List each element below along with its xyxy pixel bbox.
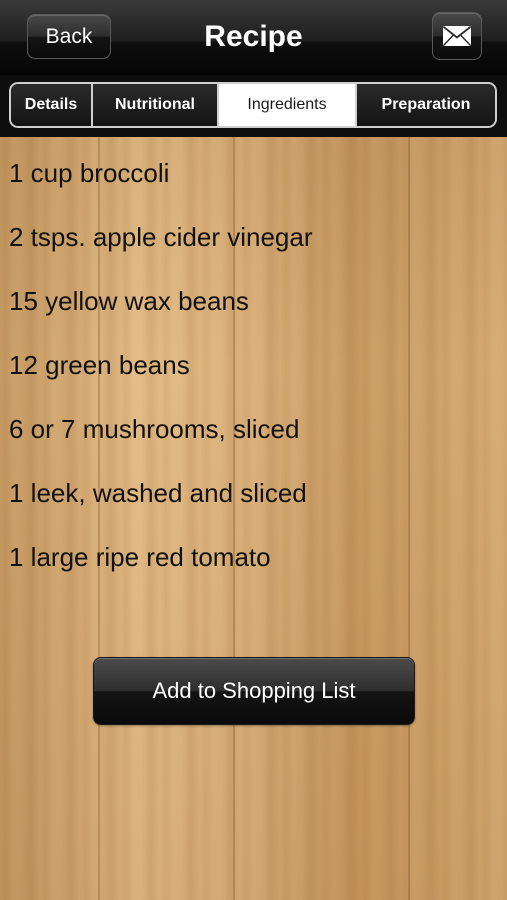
tab-ingredients[interactable]: Ingredients	[219, 84, 357, 126]
back-button[interactable]: Back	[27, 14, 111, 59]
add-to-shopping-list-button[interactable]: Add to Shopping List	[93, 657, 415, 725]
segmented-control: Details Nutritional Ingredients Preparat…	[9, 82, 497, 128]
tab-preparation[interactable]: Preparation	[357, 84, 495, 126]
ingredient-item: 1 large ripe red tomato	[9, 542, 271, 572]
tab-details[interactable]: Details	[11, 84, 93, 126]
envelope-icon	[442, 25, 472, 47]
mail-button[interactable]	[432, 12, 482, 60]
ingredient-item: 1 leek, washed and sliced	[9, 478, 307, 508]
wood-seam	[408, 137, 410, 900]
navigation-bar: Back Recipe	[0, 0, 507, 76]
ingredient-item: 2 tsps. apple cider vinegar	[9, 222, 313, 252]
tab-bar: Details Nutritional Ingredients Preparat…	[0, 75, 507, 137]
ingredient-item: 6 or 7 mushrooms, sliced	[9, 414, 300, 444]
ingredients-panel: 1 cup broccoli 2 tsps. apple cider vineg…	[0, 137, 507, 900]
recipe-screen: Back Recipe Details Nutritional Ingredie…	[0, 0, 507, 900]
ingredient-item: 12 green beans	[9, 350, 190, 380]
ingredient-item: 15 yellow wax beans	[9, 286, 249, 316]
tab-nutritional[interactable]: Nutritional	[93, 84, 219, 126]
ingredient-item: 1 cup broccoli	[9, 158, 170, 188]
page-title: Recipe	[204, 19, 303, 53]
